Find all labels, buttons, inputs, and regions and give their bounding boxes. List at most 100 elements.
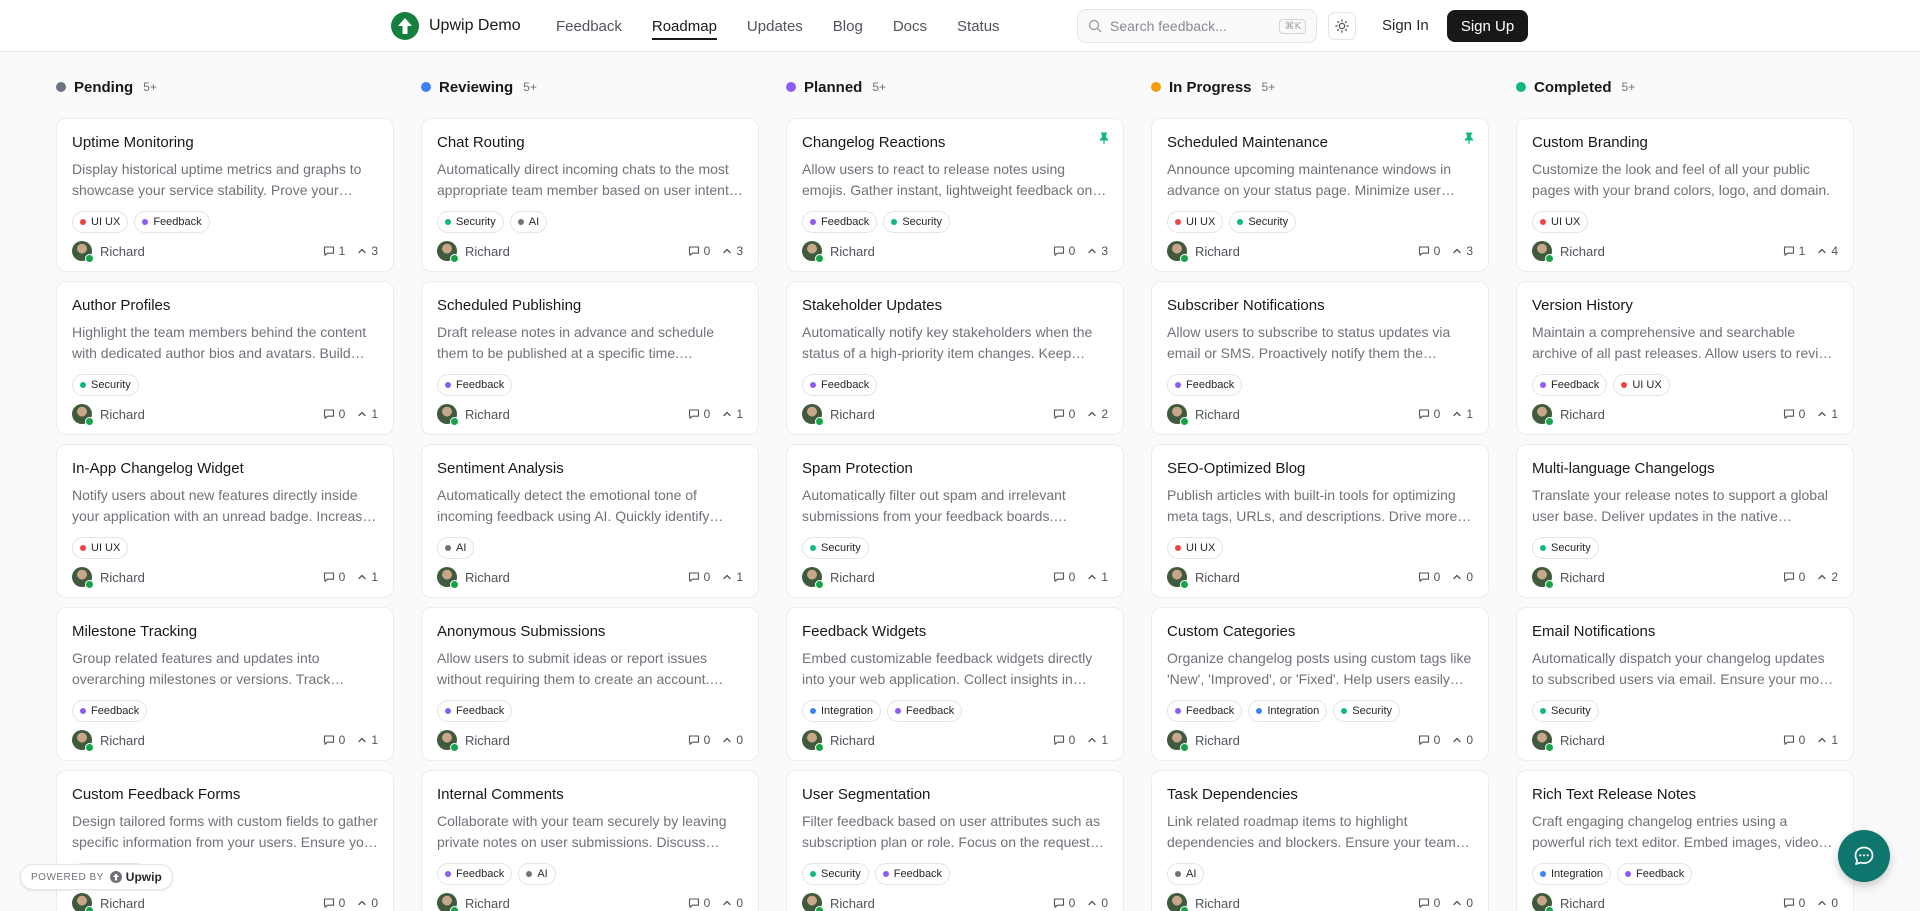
nav-status[interactable]: Status — [957, 14, 1000, 39]
brand-home-link[interactable]: Upwip Demo — [391, 12, 521, 40]
roadmap-card[interactable]: Rich Text Release Notes Craft engaging ch… — [1516, 770, 1854, 911]
theme-toggle-button[interactable] — [1328, 12, 1356, 40]
roadmap-card[interactable]: Sentiment Analysis Automatically detect t… — [421, 444, 759, 598]
card-title: Custom Categories — [1167, 623, 1296, 640]
nav-feedback[interactable]: Feedback — [556, 14, 622, 39]
nav-updates[interactable]: Updates — [747, 14, 803, 39]
comment-count[interactable]: 0 — [1418, 570, 1440, 584]
sign-up-button[interactable]: Sign Up — [1447, 10, 1528, 42]
comment-count[interactable]: 0 — [688, 896, 711, 910]
comment-count[interactable]: 0 — [323, 896, 345, 910]
upvote-button[interactable]: 2 — [1087, 407, 1108, 421]
comment-icon — [323, 898, 334, 908]
roadmap-card[interactable]: Custom Categories Organize changelog post… — [1151, 607, 1489, 761]
roadmap-card[interactable]: Stakeholder Updates Automatically notify … — [786, 281, 1124, 435]
comment-count[interactable]: 0 — [1418, 896, 1440, 910]
powered-by-badge[interactable]: POWERED BY Upwip — [20, 864, 173, 890]
upvote-button[interactable]: 3 — [1452, 244, 1473, 258]
comment-count[interactable]: 0 — [1053, 244, 1075, 258]
tag-label: Integration — [1551, 868, 1603, 880]
upvote-button[interactable]: 1 — [357, 570, 378, 584]
comment-count[interactable]: 0 — [323, 733, 345, 747]
comment-count[interactable]: 1 — [323, 244, 345, 258]
upvote-button[interactable]: 3 — [722, 244, 743, 258]
comment-count[interactable]: 0 — [688, 733, 710, 747]
roadmap-card[interactable]: Custom Branding Customize the look and fe… — [1516, 118, 1854, 272]
comment-count[interactable]: 0 — [688, 244, 710, 258]
upvote-button[interactable]: 0 — [722, 896, 743, 910]
nav-roadmap[interactable]: Roadmap — [651, 14, 717, 40]
comment-count[interactable]: 0 — [1053, 570, 1075, 584]
roadmap-card[interactable]: Internal Comments Collaborate with your t… — [421, 770, 759, 911]
upvote-button[interactable]: 1 — [357, 407, 378, 421]
sign-in-link[interactable]: Sign In — [1382, 17, 1429, 34]
upvote-button[interactable]: 1 — [722, 407, 743, 421]
upvote-button[interactable]: 0 — [357, 896, 378, 910]
roadmap-card[interactable]: SEO-Optimized Blog Publish articles with … — [1151, 444, 1489, 598]
card-title: Author Profiles — [72, 297, 171, 314]
roadmap-card[interactable]: Anonymous Submissions Allow users to subm… — [421, 607, 759, 761]
upvote-button[interactable]: 0 — [1817, 896, 1838, 910]
tag-dot — [526, 871, 533, 877]
comment-count[interactable]: 0 — [1783, 896, 1805, 910]
roadmap-card[interactable]: Uptime Monitoring Display historical upti… — [56, 118, 394, 272]
roadmap-card[interactable]: Feedback Widgets Embed customizable feedb… — [786, 607, 1124, 761]
upvote-button[interactable]: 0 — [1452, 570, 1473, 584]
card-footer: Richard 0 1 — [802, 567, 1108, 589]
comment-count[interactable]: 0 — [1418, 244, 1440, 258]
roadmap-card[interactable]: Email Notifications Automatically dispatc… — [1516, 607, 1854, 761]
roadmap-card[interactable]: Multi-language Changelogs Translate your … — [1516, 444, 1854, 598]
roadmap-card[interactable]: Scheduled Maintenance Announce upcoming m… — [1151, 118, 1489, 272]
upvote-button[interactable]: 3 — [357, 244, 378, 258]
nav-blog[interactable]: Blog — [833, 14, 863, 39]
comment-count[interactable]: 0 — [1783, 570, 1805, 584]
roadmap-card[interactable]: User Segmentation Filter feedback based o… — [786, 770, 1124, 911]
roadmap-card[interactable]: Scheduled Publishing Draft release notes … — [421, 281, 759, 435]
chat-button[interactable] — [1838, 830, 1890, 882]
upvote-button[interactable]: 1 — [357, 733, 378, 747]
roadmap-card[interactable]: Version History Maintain a comprehensive … — [1516, 281, 1854, 435]
upvote-button[interactable]: 4 — [1817, 244, 1838, 258]
upvote-button[interactable]: 2 — [1817, 570, 1838, 584]
comment-count[interactable]: 0 — [1783, 733, 1805, 747]
roadmap-card[interactable]: Milestone Tracking Group related features… — [56, 607, 394, 761]
comment-count[interactable]: 0 — [688, 570, 710, 584]
avatar — [1532, 730, 1554, 752]
card-footer: Richard 1 4 — [1532, 241, 1838, 263]
search-input[interactable] — [1110, 18, 1280, 34]
roadmap-card[interactable]: Task Dependencies Link related roadmap it… — [1151, 770, 1489, 911]
comment-count[interactable]: 0 — [1053, 733, 1075, 747]
roadmap-card[interactable]: In-App Changelog Widget Notify users abou… — [56, 444, 394, 598]
upvote-button[interactable]: 1 — [1452, 407, 1473, 421]
search-box[interactable]: ⌘K — [1077, 9, 1317, 43]
upvote-button[interactable]: 1 — [1087, 733, 1108, 747]
verified-badge — [815, 417, 824, 426]
comment-count[interactable]: 0 — [323, 407, 345, 421]
upvote-button[interactable]: 0 — [1452, 733, 1473, 747]
roadmap-card[interactable]: Chat Routing Automatically direct incomin… — [421, 118, 759, 272]
tag-dot — [445, 219, 451, 225]
comment-count[interactable]: 0 — [1783, 407, 1805, 421]
comment-count[interactable]: 0 — [1418, 733, 1440, 747]
roadmap-card[interactable]: Changelog Reactions Allow users to react … — [786, 118, 1124, 272]
comment-count[interactable]: 0 — [323, 570, 345, 584]
nav-docs[interactable]: Docs — [893, 14, 927, 39]
roadmap-card[interactable]: Author Profiles Highlight the team member… — [56, 281, 394, 435]
upvote-button[interactable]: 0 — [722, 733, 743, 747]
comment-count[interactable]: 0 — [1053, 407, 1075, 421]
upvote-button[interactable]: 0 — [1452, 896, 1473, 910]
upvote-button[interactable]: 0 — [1087, 896, 1108, 910]
upvote-button[interactable]: 1 — [722, 570, 743, 584]
roadmap-card[interactable]: Subscriber Notifications Allow users to s… — [1151, 281, 1489, 435]
comment-count[interactable]: 0 — [1418, 407, 1440, 421]
upvote-button[interactable]: 1 — [1087, 570, 1108, 584]
verified-badge — [450, 906, 459, 911]
comment-count[interactable]: 0 — [1053, 896, 1075, 910]
upvote-button[interactable]: 3 — [1087, 244, 1108, 258]
comment-count[interactable]: 0 — [688, 407, 710, 421]
comment-count[interactable]: 1 — [1783, 244, 1805, 258]
roadmap-card[interactable]: Spam Protection Automatically filter out … — [786, 444, 1124, 598]
comment-count-value: 0 — [703, 896, 711, 910]
upvote-button[interactable]: 1 — [1817, 733, 1838, 747]
upvote-button[interactable]: 1 — [1817, 407, 1838, 421]
